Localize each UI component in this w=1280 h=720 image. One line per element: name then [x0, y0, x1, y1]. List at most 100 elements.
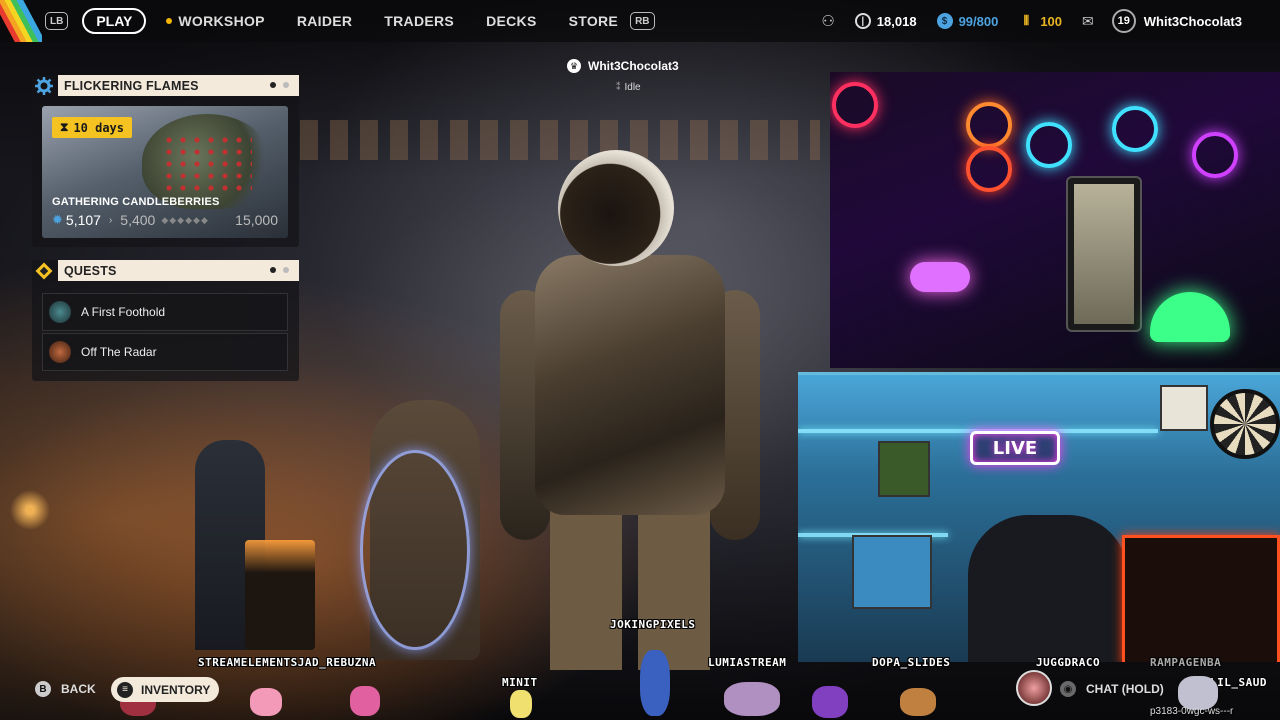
tokens-stat: ⦀ 100: [1018, 13, 1062, 29]
player-stats: ⚇ | 18,018 $ 99/800 ⦀ 100 ✉ 19 Whit3Choc…: [821, 0, 1280, 42]
coins-value: 18,018: [876, 13, 917, 29]
profile-button[interactable]: 19 Whit3Chocolat3: [1111, 9, 1242, 33]
rgb-fan: [1026, 122, 1072, 168]
progress-max: 15,000: [235, 212, 278, 228]
nav-workshop-label: WORKSHOP: [178, 13, 265, 29]
coin-icon: |: [854, 13, 871, 29]
b-button-icon: B: [35, 681, 51, 697]
pokemon-sprite: [900, 688, 936, 716]
event-name: GATHERING CANDLEBERRIES: [52, 196, 220, 208]
player-character: [500, 150, 760, 670]
arcade-cabinet: [1122, 535, 1280, 662]
overlay-username: DOPA_SLIDES: [872, 656, 951, 669]
main-nav: LB PLAY WORKSHOP RAIDER TRADERS DECKS ST…: [45, 8, 655, 34]
pokemon-sprite: [724, 682, 780, 716]
player-nameplate: ♛ Whit3Chocolat3: [567, 59, 679, 73]
quest-avatar-icon: [49, 301, 71, 323]
pokemon-sprite: [640, 650, 670, 716]
character-legs: [550, 500, 710, 670]
rgb-fan: [832, 82, 878, 128]
days-left: 10 days: [73, 120, 125, 135]
capacity-stat: $ 99/800: [936, 13, 999, 29]
quests-panel-header: QUESTS: [58, 260, 299, 281]
event-panel: FLICKERING FLAMES ⧗ 10 days GATHERING CA…: [32, 75, 299, 247]
poster: [878, 441, 930, 497]
nav-decks[interactable]: DECKS: [486, 13, 537, 29]
people-icon: ⚇: [821, 13, 835, 30]
mail-button[interactable]: ✉: [1082, 13, 1094, 30]
candles-left: [0, 480, 80, 540]
inventory-label: INVENTORY: [141, 682, 211, 697]
poster: [852, 535, 932, 609]
progress-dots: ◆◆◆◆◆◆: [161, 214, 209, 225]
back-label: BACK: [61, 682, 96, 696]
timer-badge: ⧗ 10 days: [52, 117, 133, 138]
social-button[interactable]: ⚇: [821, 12, 834, 30]
overlay-username: LUMIASTREAM: [708, 656, 787, 669]
inventory-button[interactable]: ≡ INVENTORY: [111, 677, 219, 702]
chat-hold-button[interactable]: ◉ CHAT (HOLD): [1060, 681, 1164, 697]
nav-store[interactable]: STORE: [569, 13, 618, 29]
webcam-room: LIVE: [798, 372, 1280, 662]
webcam-pc-setup: [830, 72, 1280, 368]
token-icon: ⦀: [1023, 13, 1030, 28]
glowing-mouse: [910, 262, 970, 292]
live-neon-sign: LIVE: [970, 431, 1060, 465]
overlay-username: RAMPAGENBA: [1150, 656, 1222, 669]
quest-item[interactable]: A First Foothold: [42, 293, 288, 331]
neon-light-tube: [360, 450, 470, 650]
page-indicator[interactable]: [270, 82, 289, 88]
currency-icon: $: [936, 13, 953, 29]
overlay-username: JOKINGPIXELS: [610, 618, 696, 631]
chat-label: CHAT (HOLD): [1086, 682, 1164, 696]
back-button[interactable]: B BACK: [35, 681, 96, 697]
character-suit: [535, 255, 725, 515]
pokemon-sprite: [812, 686, 848, 718]
progress-next: 5,400: [120, 212, 156, 228]
page-dot: [283, 267, 289, 273]
username-label: Whit3Chocolat3: [1143, 13, 1242, 29]
page-dot-active: [270, 82, 276, 88]
controller-button-icon: ≡: [117, 681, 133, 698]
nav-workshop[interactable]: WORKSHOP: [166, 13, 265, 29]
hourglass-icon: ⧗: [60, 120, 69, 134]
event-card[interactable]: ⧗ 10 days GATHERING CANDLEBERRIES ✹ 5,10…: [42, 106, 288, 238]
pokemon-sprite: [350, 686, 380, 716]
gaming-chair: [968, 515, 1128, 662]
dartboard: [1210, 389, 1280, 459]
idle-icon: ⁑: [616, 82, 621, 92]
fire-brazier: [245, 540, 315, 650]
quest-title: Off The Radar: [81, 345, 157, 359]
gear-icon: [34, 76, 54, 96]
overlay-username: MINIT: [502, 676, 538, 689]
page-dot-active: [270, 267, 276, 273]
progress-current: 5,107: [65, 212, 101, 228]
pokemon-sprite: [250, 688, 282, 716]
page-indicator[interactable]: [270, 267, 289, 273]
quests-panel-title: QUESTS: [64, 263, 117, 278]
poster: [1160, 385, 1208, 431]
nav-raider[interactable]: RAIDER: [297, 13, 352, 29]
nav-play[interactable]: PLAY: [82, 8, 147, 34]
crown-icon: ♛: [567, 59, 581, 73]
event-panel-title: FLICKERING FLAMES: [64, 78, 199, 93]
quest-diamond-icon: [34, 261, 54, 281]
coins-stat: | 18,018: [854, 13, 917, 29]
green-lamp: [1150, 292, 1230, 342]
capacity-value: 99/800: [958, 13, 999, 29]
page-dot: [283, 82, 289, 88]
overlay-username: LIL_SAUD: [1210, 676, 1267, 689]
rb-bumper-icon[interactable]: RB: [630, 12, 655, 30]
lb-bumper-icon[interactable]: LB: [45, 12, 69, 30]
candleberry-tree-image: [142, 114, 272, 209]
chevron-right-icon: ›: [108, 214, 113, 226]
session-code: p3183-0wgc-ws---r: [1150, 706, 1234, 717]
character-helmet: [558, 150, 674, 266]
overlay-username: STREAMELEMENTSJAD_REBUZNA: [198, 656, 377, 669]
quests-panel: QUESTS A First Foothold Off The Radar: [32, 260, 299, 381]
level-badge: 19: [1111, 9, 1136, 33]
nav-traders[interactable]: TRADERS: [384, 13, 454, 29]
player-name: Whit3Chocolat3: [588, 59, 679, 73]
quest-item[interactable]: Off The Radar: [42, 333, 288, 371]
event-progress: ✹ 5,107 › 5,400 ◆◆◆◆◆◆ 15,000: [52, 212, 278, 228]
